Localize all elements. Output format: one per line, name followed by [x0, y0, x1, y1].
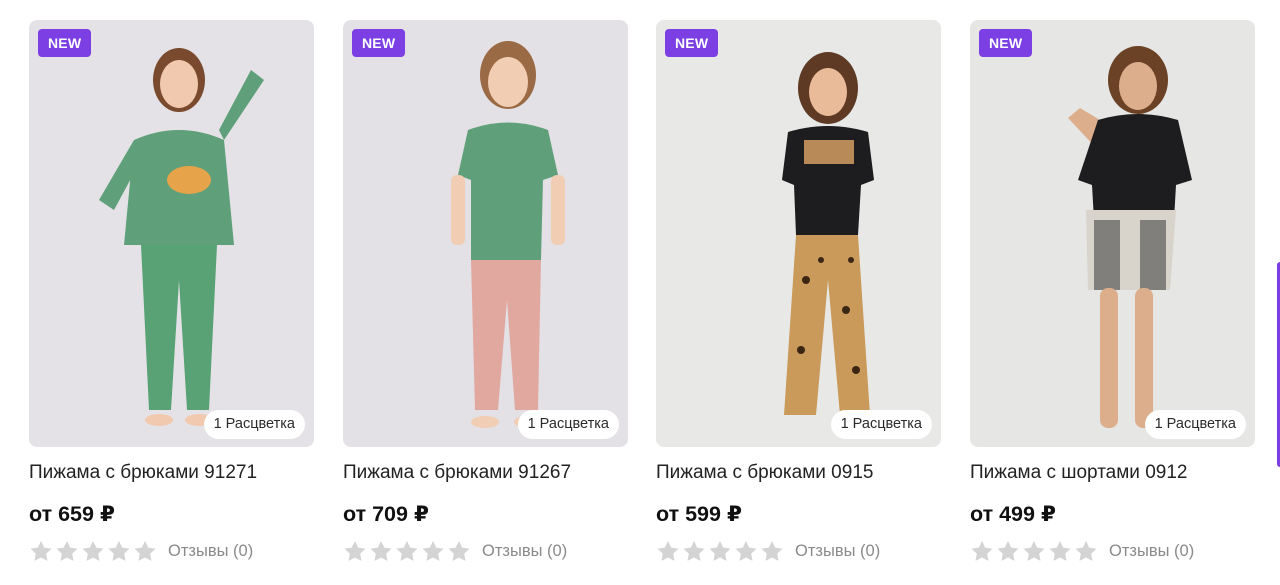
- product-price: от 599 ₽: [656, 502, 742, 526]
- product-image: [970, 20, 1255, 447]
- reviews-link[interactable]: Отзывы (0): [482, 542, 567, 561]
- product-image: [656, 20, 941, 447]
- product-title[interactable]: Пижама с шортами 0912: [970, 462, 1255, 484]
- star-icon: [55, 540, 79, 562]
- star-icon: [1074, 540, 1098, 562]
- product-card[interactable]: NEW 1 Расцветка Пижама с брюками 0915 от…: [656, 20, 941, 562]
- reviews-link[interactable]: Отзывы (0): [168, 542, 253, 561]
- product-photo[interactable]: NEW 1 Расцветка: [29, 20, 314, 447]
- product-price: от 499 ₽: [970, 502, 1056, 526]
- star-icon: [133, 540, 157, 562]
- new-badge: NEW: [979, 29, 1033, 57]
- rating-row: Отзывы (0): [970, 540, 1255, 562]
- rating-row: Отзывы (0): [656, 540, 941, 562]
- star-icon: [656, 540, 680, 562]
- rating-stars[interactable]: [656, 540, 784, 562]
- reviews-link[interactable]: Отзывы (0): [1109, 542, 1194, 561]
- product-image: [29, 20, 314, 447]
- rating-stars[interactable]: [970, 540, 1098, 562]
- product-card[interactable]: NEW 1 Расцветка Пижама с брюками 91267 о…: [343, 20, 628, 562]
- star-icon: [447, 540, 471, 562]
- product-photo[interactable]: NEW 1 Расцветка: [656, 20, 941, 447]
- product-grid: NEW 1 Расцветка Пижама с брюками 91271 о…: [0, 0, 1280, 585]
- star-icon: [682, 540, 706, 562]
- new-badge: NEW: [352, 29, 406, 57]
- rating-row: Отзывы (0): [343, 540, 628, 562]
- product-card[interactable]: NEW 1 Расцветка Пижама с брюками 91271 о…: [29, 20, 314, 562]
- rating-row: Отзывы (0): [29, 540, 314, 562]
- rating-stars[interactable]: [29, 540, 157, 562]
- colors-count-badge[interactable]: 1 Расцветка: [830, 410, 932, 439]
- new-badge: NEW: [665, 29, 719, 57]
- star-icon: [343, 540, 367, 562]
- star-icon: [760, 540, 784, 562]
- star-icon: [395, 540, 419, 562]
- product-title[interactable]: Пижама с брюками 91271: [29, 462, 314, 484]
- reviews-link[interactable]: Отзывы (0): [795, 542, 880, 561]
- star-icon: [107, 540, 131, 562]
- product-photo[interactable]: NEW 1 Расцветка: [970, 20, 1255, 447]
- star-icon: [369, 540, 393, 562]
- star-icon: [734, 540, 758, 562]
- star-icon: [970, 540, 994, 562]
- product-title[interactable]: Пижама с брюками 0915: [656, 462, 941, 484]
- product-price: от 659 ₽: [29, 502, 115, 526]
- product-title[interactable]: Пижама с брюками 91267: [343, 462, 628, 484]
- star-icon: [1022, 540, 1046, 562]
- star-icon: [996, 540, 1020, 562]
- star-icon: [421, 540, 445, 562]
- new-badge: NEW: [38, 29, 92, 57]
- star-icon: [81, 540, 105, 562]
- rating-stars[interactable]: [343, 540, 471, 562]
- colors-count-badge[interactable]: 1 Расцветка: [1144, 410, 1246, 439]
- colors-count-badge[interactable]: 1 Расцветка: [517, 410, 619, 439]
- product-card[interactable]: NEW 1 Расцветка Пижама с шортами 0912 от…: [970, 20, 1255, 562]
- product-photo[interactable]: NEW 1 Расцветка: [343, 20, 628, 447]
- product-price: от 709 ₽: [343, 502, 429, 526]
- star-icon: [1048, 540, 1072, 562]
- star-icon: [708, 540, 732, 562]
- colors-count-badge[interactable]: 1 Расцветка: [203, 410, 305, 439]
- product-image: [343, 20, 628, 447]
- star-icon: [29, 540, 53, 562]
